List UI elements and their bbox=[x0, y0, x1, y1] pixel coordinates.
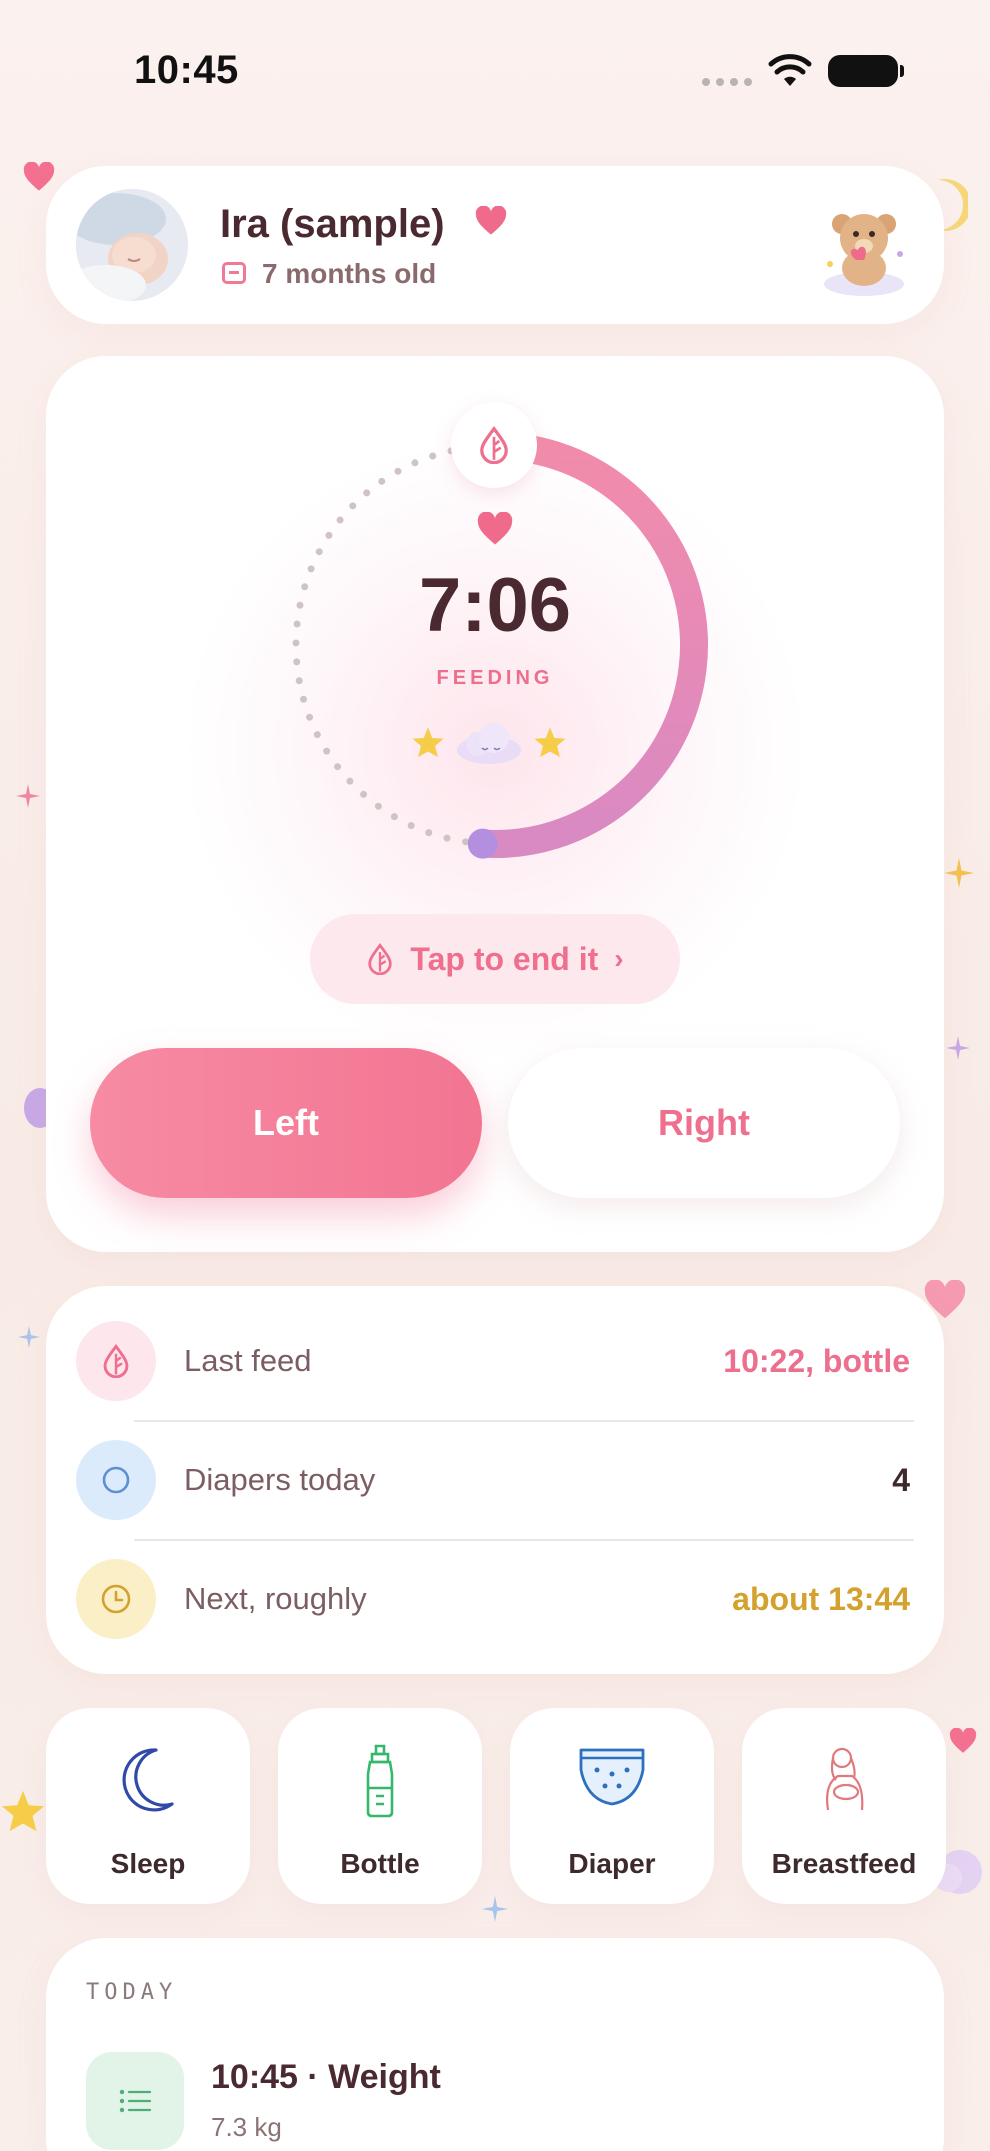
timer-label: FEEDING bbox=[436, 667, 554, 689]
sparkle-decoration-icon bbox=[482, 1896, 508, 1922]
heart-decoration-icon bbox=[949, 1728, 977, 1753]
diaper-icon bbox=[579, 1748, 645, 1806]
heart-icon bbox=[477, 512, 513, 545]
left-side-button[interactable]: Left bbox=[90, 1048, 482, 1198]
entry-title[interactable]: 10:45 · Weight bbox=[211, 2058, 441, 2097]
heart-icon bbox=[475, 206, 507, 235]
stat-diapers-today[interactable]: Diapers today 4 bbox=[76, 1425, 914, 1535]
cloud-icon bbox=[457, 723, 521, 764]
bottle-action-button[interactable]: Bottle bbox=[278, 1708, 482, 1904]
drop-icon bbox=[368, 943, 393, 975]
star-decoration-icon bbox=[1, 1790, 45, 1832]
today-heading: TODAY bbox=[86, 1980, 178, 2005]
divider bbox=[134, 1420, 914, 1422]
end-feeding-label: Tap to end it bbox=[410, 940, 599, 977]
sleep-action-button[interactable]: Sleep bbox=[46, 1708, 250, 1904]
status-time: 10:45 bbox=[134, 48, 239, 92]
breastfeed-icon bbox=[826, 1747, 864, 1811]
star-icon bbox=[534, 727, 566, 758]
baby-name: Ira (sample) bbox=[220, 202, 445, 246]
drop-icon bbox=[480, 426, 508, 464]
sparkle-decoration-icon bbox=[16, 784, 40, 808]
chevron-right-icon: › bbox=[614, 943, 624, 974]
sleep-label: Sleep bbox=[110, 1848, 186, 1879]
baby-age: 7 months old bbox=[262, 258, 437, 289]
divider bbox=[134, 1539, 914, 1541]
battery-icon bbox=[828, 55, 904, 87]
entry-detail: 7.3 kg bbox=[211, 2112, 282, 2142]
stat-label: Next, roughly bbox=[184, 1581, 367, 1616]
paw-decoration-icon bbox=[24, 1088, 46, 1128]
list-icon bbox=[86, 2052, 184, 2150]
stat-label: Diapers today bbox=[184, 1462, 376, 1497]
circle-icon bbox=[76, 1440, 156, 1520]
breastfeed-action-button[interactable]: Breastfeed bbox=[742, 1708, 946, 1904]
diaper-label: Diaper bbox=[568, 1848, 656, 1879]
heart-decoration-icon bbox=[23, 162, 55, 191]
wifi-icon bbox=[768, 54, 812, 86]
teddy-bear-icon bbox=[824, 214, 904, 296]
moon-icon bbox=[122, 1748, 174, 1812]
end-feeding-button[interactable]: Tap to end it › bbox=[310, 914, 680, 1004]
stat-value: 10:22, bottle bbox=[723, 1342, 910, 1379]
sparkle-decoration-icon bbox=[944, 858, 974, 888]
star-icon bbox=[412, 727, 444, 758]
stat-last-feed[interactable]: Last feed 10:22, bottle bbox=[76, 1306, 914, 1416]
drop-icon bbox=[76, 1321, 156, 1401]
bottle-icon bbox=[366, 1744, 394, 1818]
diaper-action-button[interactable]: Diaper bbox=[510, 1708, 714, 1904]
decoration-row bbox=[410, 720, 568, 766]
stat-value: about 13:44 bbox=[732, 1580, 910, 1617]
baby-photo-icon bbox=[76, 189, 188, 301]
right-side-button[interactable]: Right bbox=[508, 1048, 900, 1198]
sparkle-decoration-icon bbox=[946, 1036, 970, 1060]
calendar-icon bbox=[222, 262, 246, 284]
signal-icon bbox=[702, 78, 752, 86]
stat-label: Last feed bbox=[184, 1343, 312, 1378]
sparkle-decoration-icon bbox=[18, 1326, 40, 1348]
feeding-drop-button[interactable] bbox=[451, 402, 537, 488]
avatar[interactable] bbox=[76, 189, 188, 301]
clock-icon bbox=[76, 1559, 156, 1639]
stat-value: 4 bbox=[892, 1461, 910, 1498]
stat-next-feed[interactable]: Next, roughly about 13:44 bbox=[76, 1544, 914, 1654]
feeding-timer: 7:06 bbox=[418, 563, 572, 648]
breastfeed-label: Breastfeed bbox=[771, 1848, 917, 1879]
bottle-label: Bottle bbox=[340, 1848, 420, 1879]
